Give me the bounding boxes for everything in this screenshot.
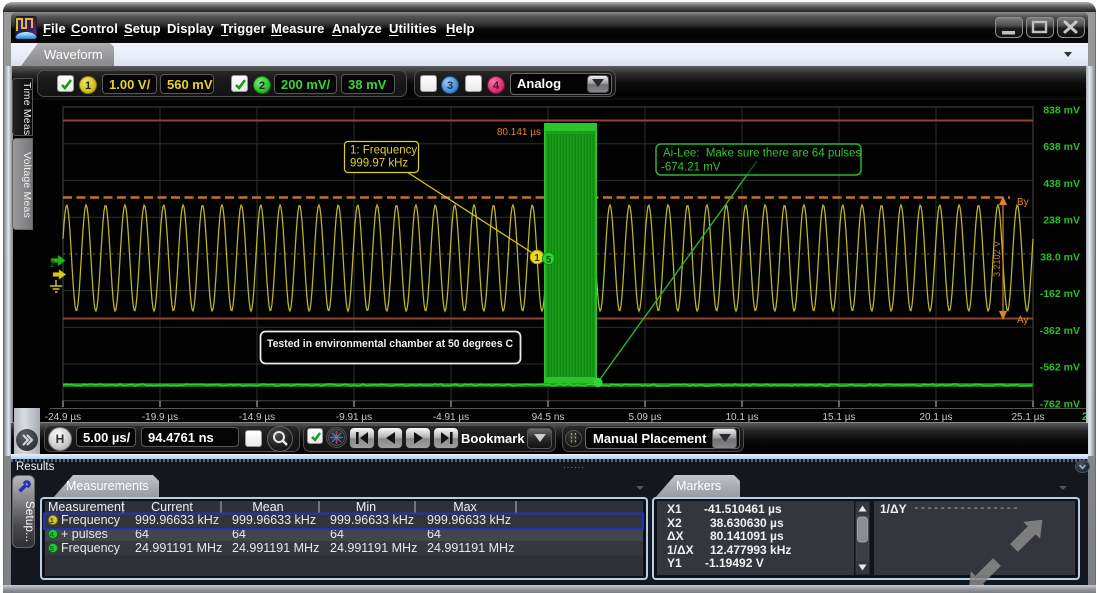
svg-text:X2: X2 <box>667 516 682 530</box>
svg-text:1/ΔY: 1/ΔY <box>880 502 907 516</box>
svg-text:12.477993 kHz: 12.477993 kHz <box>710 543 791 557</box>
svg-text:-1.19492 V: -1.19492 V <box>705 556 764 570</box>
svg-text:----------------: ---------------- <box>913 503 1019 515</box>
svg-text:X1: X1 <box>667 502 682 516</box>
svg-text:ΔX: ΔX <box>667 529 684 543</box>
svg-text:-41.510461 µs: -41.510461 µs <box>704 502 782 516</box>
svg-text:80.141091 µs: 80.141091 µs <box>710 529 784 543</box>
svg-text:38.630630 µs: 38.630630 µs <box>710 516 784 530</box>
svg-text:1/ΔX: 1/ΔX <box>667 543 694 557</box>
svg-text:Y1: Y1 <box>667 556 682 570</box>
